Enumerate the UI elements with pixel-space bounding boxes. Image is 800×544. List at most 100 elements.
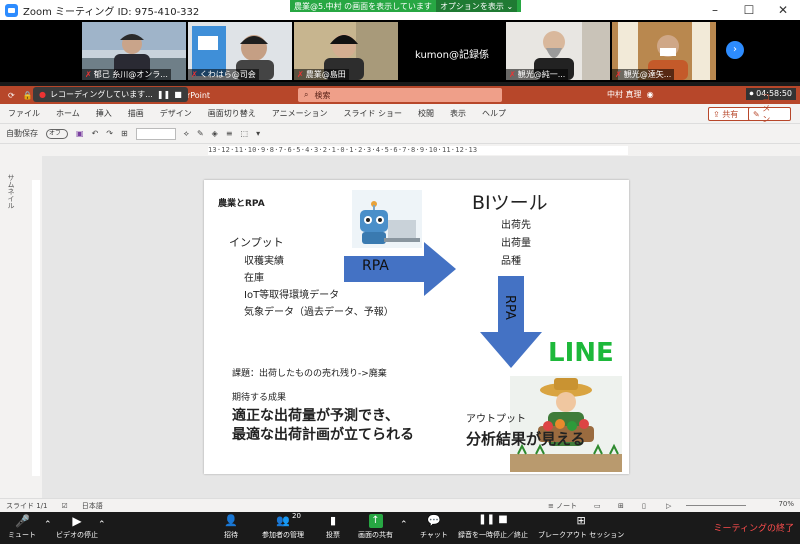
timer-badge: ⏺ 04:58:50 <box>745 88 796 100</box>
reading-view-icon[interactable]: ▯ <box>642 502 646 510</box>
slide-sorter-icon[interactable]: ⊞ <box>618 502 624 510</box>
thumbnail-pane[interactable]: サムネイル <box>0 144 30 498</box>
share-screen-icon: ↑ <box>368 514 383 528</box>
participant-name: ✗ 観光@純一... <box>506 69 569 80</box>
chevron-up-icon[interactable]: ⌃ <box>44 520 52 530</box>
participant-name: ✗ 観光@達矢... <box>612 69 675 80</box>
menu-view[interactable]: 表示 <box>450 108 466 119</box>
stop-icon[interactable]: ■ <box>174 90 182 99</box>
menu-draw[interactable]: 描画 <box>128 108 144 119</box>
share-screen-button[interactable]: ↑ 画面の共有 <box>358 514 393 540</box>
undo-icon[interactable]: ↶ <box>92 129 99 138</box>
horizontal-ruler: 13·12·11·10·9·8·7·6·5·4·3·2·1·0·1·2·3·4·… <box>30 144 800 156</box>
breakout-rooms-button[interactable]: ⊞ ブレークアウト セッション <box>538 514 624 540</box>
chevron-up-icon[interactable]: ⌃ <box>98 520 106 530</box>
chevron-up-icon[interactable]: ⌃ <box>400 520 408 530</box>
invite-button[interactable]: 👤 招待 <box>224 514 238 540</box>
menu-file[interactable]: ファイル <box>8 108 40 119</box>
chat-button[interactable]: 💬 チャット <box>420 514 448 540</box>
avatar[interactable]: ◉ <box>647 90 654 99</box>
options-button[interactable]: オプションを表示 ⌄ <box>435 0 518 12</box>
participant-video-tile[interactable]: ✗ くわはら@司会 <box>188 22 292 80</box>
zoom-logo-icon <box>5 3 18 17</box>
format-painter-icon[interactable]: ⟡ <box>184 129 189 139</box>
output-main: 分析結果が見える <box>466 430 586 448</box>
pause-recording-icon: ❚❚ ■ <box>478 514 508 525</box>
redo-icon[interactable]: ↷ <box>106 129 113 138</box>
quick-access-toolbar: 自動保存 オフ ▣ ↶ ↷ ⊞ ⟡ ✎ ◈ ≡ ⬚ ▾ <box>0 124 800 144</box>
close-icon[interactable]: ✕ <box>766 0 800 20</box>
ppt-user-name[interactable]: 中村 真理 ◉ <box>607 89 654 100</box>
ppt-search-box[interactable]: ⌕ 検索 <box>298 88 502 102</box>
save-icon[interactable]: ▣ <box>76 129 84 138</box>
line-logo: LINE <box>548 338 614 368</box>
menu-slideshow[interactable]: スライド ショー <box>343 108 402 119</box>
align-icon[interactable]: ≡ <box>226 129 233 138</box>
breakout-icon: ⊞ <box>576 514 586 527</box>
shape-fill-icon[interactable]: ◈ <box>212 129 218 138</box>
microphone-icon: 🎤 <box>15 514 30 528</box>
menu-insert[interactable]: 挿入 <box>96 108 112 119</box>
input-item: 気象データ（過去データ、予報） <box>244 307 394 318</box>
search-icon: ⌕ <box>304 90 309 99</box>
record-dot-icon: ● <box>39 90 46 99</box>
poll-button[interactable]: ▮ 投票 <box>326 514 340 540</box>
menu-animations[interactable]: アニメーション <box>272 108 328 119</box>
pause-icon[interactable]: ❚❚ <box>157 90 170 99</box>
participant-video-tile[interactable]: ✗ 観光@純一... <box>506 22 610 80</box>
ppt-autosave-icon[interactable]: ⟳ <box>8 91 15 100</box>
language-indicator[interactable]: 日本語 <box>82 501 103 511</box>
textbox-icon[interactable]: ⬚ <box>241 129 249 138</box>
next-page-arrow-icon[interactable]: › <box>726 41 744 59</box>
participant-name: ✗ 郁己 糸川@オンラ... <box>82 69 171 80</box>
menu-design[interactable]: デザイン <box>160 108 192 119</box>
window-controls: – ☐ ✕ <box>698 0 800 20</box>
menu-home[interactable]: ホーム <box>56 108 80 119</box>
spellcheck-icon[interactable]: ☑ <box>62 502 68 510</box>
participant-video-tile[interactable]: ✗ 農業@島田 <box>294 22 398 80</box>
customize-icon[interactable]: ▾ <box>256 129 260 138</box>
zoom-slider[interactable] <box>686 505 746 506</box>
lock-icon: 🔒 <box>22 90 33 100</box>
notes-button[interactable]: ≡ ノート <box>548 501 577 511</box>
bi-item: 出荷量 <box>501 238 531 249</box>
end-meeting-button[interactable]: ミーティングの終了 <box>714 521 794 534</box>
pen-icon[interactable]: ✎ <box>197 129 204 138</box>
mute-button[interactable]: 🎤 ミュート <box>8 514 36 540</box>
menu-review[interactable]: 校閲 <box>418 108 434 119</box>
share-banner-text: 農業@5.中村 の画面を表示しています <box>294 1 432 11</box>
zoom-meeting-toolbar: 🎤 ミュート ⌃ ▶ ビデオの停止 ⌃ 👤 招待 👥 参加者の管理 20 ▮ 投… <box>0 512 800 544</box>
participant-video-tile[interactable]: ✗ 観光@達矢... <box>612 22 716 80</box>
maximize-icon[interactable]: ☐ <box>732 0 766 20</box>
present-icon[interactable]: ⊞ <box>121 129 128 138</box>
minimize-icon[interactable]: – <box>698 0 732 20</box>
zoom-level[interactable]: 70% <box>778 500 794 508</box>
ruler-scale: 13·12·11·10·9·8·7·6·5·4·3·2·1·0·1·2·3·4·… <box>208 146 628 155</box>
farmer-illustration <box>510 376 622 472</box>
stop-video-button[interactable]: ▶ ビデオの停止 <box>56 514 98 540</box>
participant-name: ✗ くわはら@司会 <box>188 69 259 80</box>
autosave-toggle[interactable]: オフ <box>46 128 68 139</box>
comment-button[interactable]: ✎ コメント <box>748 93 792 135</box>
add-user-icon: 👤 <box>224 514 238 527</box>
pause-stop-recording-button[interactable]: ❚❚ ■ 録音を一時停止／終止 <box>458 514 528 540</box>
font-dropdown[interactable] <box>135 127 176 140</box>
slide[interactable]: 農業とRPA インプット 収穫実績 在庫 IoT等取得環境データ 気象データ（過… <box>204 180 629 474</box>
robot-illustration <box>352 190 422 248</box>
ribbon-menu: ファイル ホーム 挿入 描画 デザイン 画面切り替え アニメーション スライド … <box>0 93 800 135</box>
participant-video-tile[interactable]: kumon@記録係 <box>400 22 504 80</box>
vertical-ruler-scale <box>32 180 40 476</box>
vertical-ruler <box>30 156 42 498</box>
slideshow-view-icon[interactable]: ▷ <box>666 502 671 510</box>
participant-video-tile[interactable]: ✗ 郁己 糸川@オンラ... <box>82 22 186 80</box>
rpa-down-arrow <box>480 276 542 368</box>
video-camera-icon: ▶ <box>72 514 82 528</box>
poll-icon: ▮ <box>329 514 337 527</box>
recording-indicator[interactable]: ● レコーディングしています... ❚❚ ■ <box>33 87 188 102</box>
menu-help[interactable]: ヘルプ <box>482 108 506 119</box>
menu-transitions[interactable]: 画面切り替え <box>208 108 256 119</box>
options-label: オプションを表示 <box>439 1 504 11</box>
muted-mic-icon: ✗ <box>297 70 304 79</box>
bi-item: 出荷先 <box>501 220 531 231</box>
normal-view-icon[interactable]: ▭ <box>594 502 601 510</box>
